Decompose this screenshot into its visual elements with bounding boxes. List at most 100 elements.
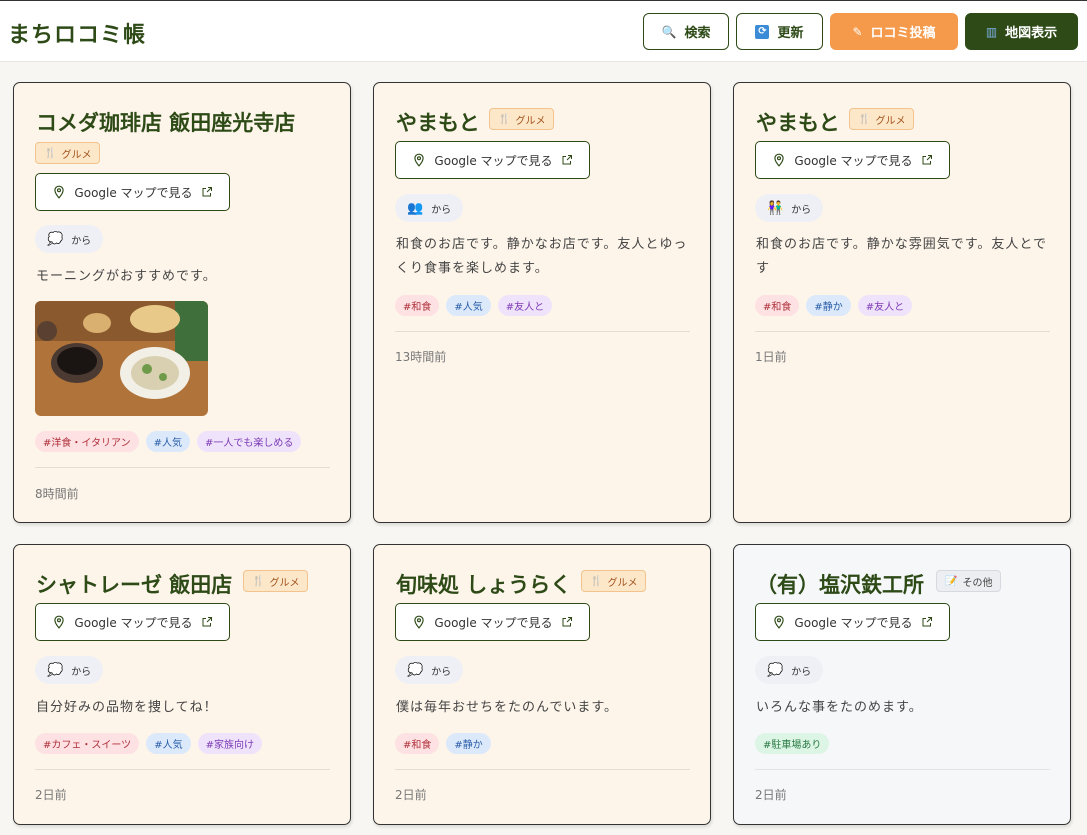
tag-list: #和食 #静か #友人と xyxy=(755,295,913,316)
review-text: いろんな事をたのめます。 xyxy=(756,700,923,715)
timestamp: 2日前 xyxy=(755,788,787,802)
speech-bubble-icon: 💭 xyxy=(407,662,424,678)
review-text: 和食のお店です。静かなお店です。友人とゆっくり食事を楽しめます。 xyxy=(396,237,688,276)
map-pin-icon xyxy=(414,615,425,629)
review-photo[interactable] xyxy=(35,301,208,416)
timestamp: 1日前 xyxy=(755,350,787,364)
divider xyxy=(35,769,330,770)
refresh-button-label: 更新 xyxy=(777,26,804,41)
category-label: グルメ xyxy=(875,115,906,127)
post-review-button[interactable]: ✎ ロコミ投稿 xyxy=(830,13,958,50)
map-pin-icon xyxy=(774,615,785,629)
speech-bubble-icon: 💭 xyxy=(47,662,64,678)
google-map-button[interactable]: Google マップで見る xyxy=(755,603,950,641)
google-map-button[interactable]: Google マップで見る xyxy=(35,173,230,211)
review-card[interactable]: 旬味処 しょうらく 🍴 グルメ Google マップで見る 💭 から 僕は毎年お… xyxy=(373,544,711,825)
category-badge: 🍴 グルメ xyxy=(35,142,101,164)
search-button-label: 検索 xyxy=(684,26,711,41)
category-badge: 🍴 グルメ xyxy=(243,570,309,592)
tag[interactable]: #和食 xyxy=(395,733,440,754)
google-map-button[interactable]: Google マップで見る xyxy=(395,141,590,179)
category-label: グルメ xyxy=(61,149,92,161)
memo-icon: 📝 xyxy=(945,575,958,587)
map-pin-icon xyxy=(54,615,65,629)
author-label: から xyxy=(791,666,812,678)
tag[interactable]: #一人でも楽しめる xyxy=(196,431,302,452)
header: まちロコミ帳 🔍 検索 ⟳ 更新 ✎ ロコミ投稿 ▥ 地図表示 xyxy=(0,0,1087,62)
post-review-button-label: ロコミ投稿 xyxy=(870,26,936,41)
map-view-button-label: 地図表示 xyxy=(1005,26,1058,41)
tag-list: #和食 #人気 #友人と xyxy=(395,295,553,316)
refresh-button[interactable]: ⟳ 更新 xyxy=(736,13,823,50)
review-card[interactable]: コメダ珈琲店 飯田座光寺店 🍴 グルメ Google マップで見る 💭 から モ… xyxy=(13,82,351,523)
timestamp: 2日前 xyxy=(35,788,67,802)
author-label: から xyxy=(71,666,92,678)
divider xyxy=(755,769,1050,770)
google-map-button-label: Google マップで見る xyxy=(794,615,913,630)
category-badge: 🍴 グルメ xyxy=(849,108,915,130)
pencil-icon: ✎ xyxy=(852,24,863,39)
tag-list: #和食 #静か xyxy=(395,733,491,754)
tag[interactable]: #人気 xyxy=(145,431,190,452)
google-map-button[interactable]: Google マップで見る xyxy=(35,603,230,641)
review-card[interactable]: やまもと 🍴 グルメ Google マップで見る 👫 から 和食のお店です。静か… xyxy=(733,82,1071,523)
author-chip: 💭 から xyxy=(35,225,104,253)
app-title: まちロコミ帳 xyxy=(8,23,147,48)
author-chip: 💭 から xyxy=(35,656,104,684)
tag[interactable]: #友人と xyxy=(497,295,553,316)
tag[interactable]: #静か xyxy=(806,295,851,316)
timestamp: 13時間前 xyxy=(395,350,447,364)
review-text: モーニングがおすすめです。 xyxy=(36,269,217,284)
magnifier-icon: 🔍 xyxy=(661,24,677,39)
google-map-button[interactable]: Google マップで見る xyxy=(395,603,590,641)
google-map-button-label: Google マップで見る xyxy=(74,615,193,630)
review-text: 和食のお店です。静かな雰囲気です。友人とです xyxy=(756,237,1048,276)
search-button[interactable]: 🔍 検索 xyxy=(643,13,729,50)
external-link-icon xyxy=(922,155,932,165)
category-badge: 📝 その他 xyxy=(936,570,1002,592)
category-label: その他 xyxy=(962,577,993,589)
google-map-button[interactable]: Google マップで見る xyxy=(755,141,950,179)
place-name: シャトレーゼ 飯田店 xyxy=(36,573,233,597)
author-label: から xyxy=(791,204,812,216)
tag[interactable]: #洋食・イタリアン xyxy=(35,431,139,452)
external-link-icon xyxy=(562,155,572,165)
map-pin-icon xyxy=(54,185,65,199)
author-label: から xyxy=(431,204,452,216)
divider xyxy=(35,467,330,468)
divider xyxy=(395,331,690,332)
review-card[interactable]: やまもと 🍴 グルメ Google マップで見る 👥 から 和食のお店です。静か… xyxy=(373,82,711,523)
speech-bubble-icon: 💭 xyxy=(47,231,64,247)
tag-list: #カフェ・スイーツ #人気 #家族向け xyxy=(35,733,262,754)
tag[interactable]: #人気 xyxy=(146,733,191,754)
review-text: 自分好みの品物を捜してね！ xyxy=(36,700,218,715)
tag[interactable]: #静か xyxy=(446,733,491,754)
author-chip: 👥 から xyxy=(395,194,464,222)
author-label: から xyxy=(71,235,92,247)
refresh-icon: ⟳ xyxy=(755,24,770,39)
tag[interactable]: #家族向け xyxy=(197,733,262,754)
google-map-button-label: Google マップで見る xyxy=(434,153,553,168)
category-label: グルメ xyxy=(269,577,300,589)
category-label: グルメ xyxy=(607,577,638,589)
google-map-button-label: Google マップで見る xyxy=(434,615,553,630)
map-view-button[interactable]: ▥ 地図表示 xyxy=(965,13,1078,50)
couple-icon: 👫 xyxy=(767,200,784,216)
tag[interactable]: #人気 xyxy=(446,295,491,316)
place-name: コメダ珈琲店 飯田座光寺店 xyxy=(36,111,296,135)
place-name: やまもと xyxy=(396,111,480,135)
review-text: 僕は毎年おせちをたのんでいます。 xyxy=(396,700,619,715)
author-chip: 👫 から xyxy=(755,194,824,222)
tag[interactable]: #和食 xyxy=(755,295,800,316)
tag-list: #駐車場あり xyxy=(755,733,830,754)
tag[interactable]: #カフェ・スイーツ xyxy=(35,733,140,754)
map-pin-icon xyxy=(414,153,425,167)
tag[interactable]: #駐車場あり xyxy=(755,733,830,754)
google-map-button-label: Google マップで見る xyxy=(794,153,913,168)
review-card[interactable]: （有）塩沢鉄工所 📝 その他 Google マップで見る 💭 から いろんな事を… xyxy=(733,544,1071,825)
tag[interactable]: #和食 xyxy=(395,295,440,316)
external-link-icon xyxy=(202,187,212,197)
review-card[interactable]: シャトレーゼ 飯田店 🍴 グルメ Google マップで見る 💭 から 自分好み… xyxy=(13,544,351,825)
tag-list: #洋食・イタリアン #人気 #一人でも楽しめる xyxy=(35,431,302,452)
tag[interactable]: #友人と xyxy=(857,295,913,316)
